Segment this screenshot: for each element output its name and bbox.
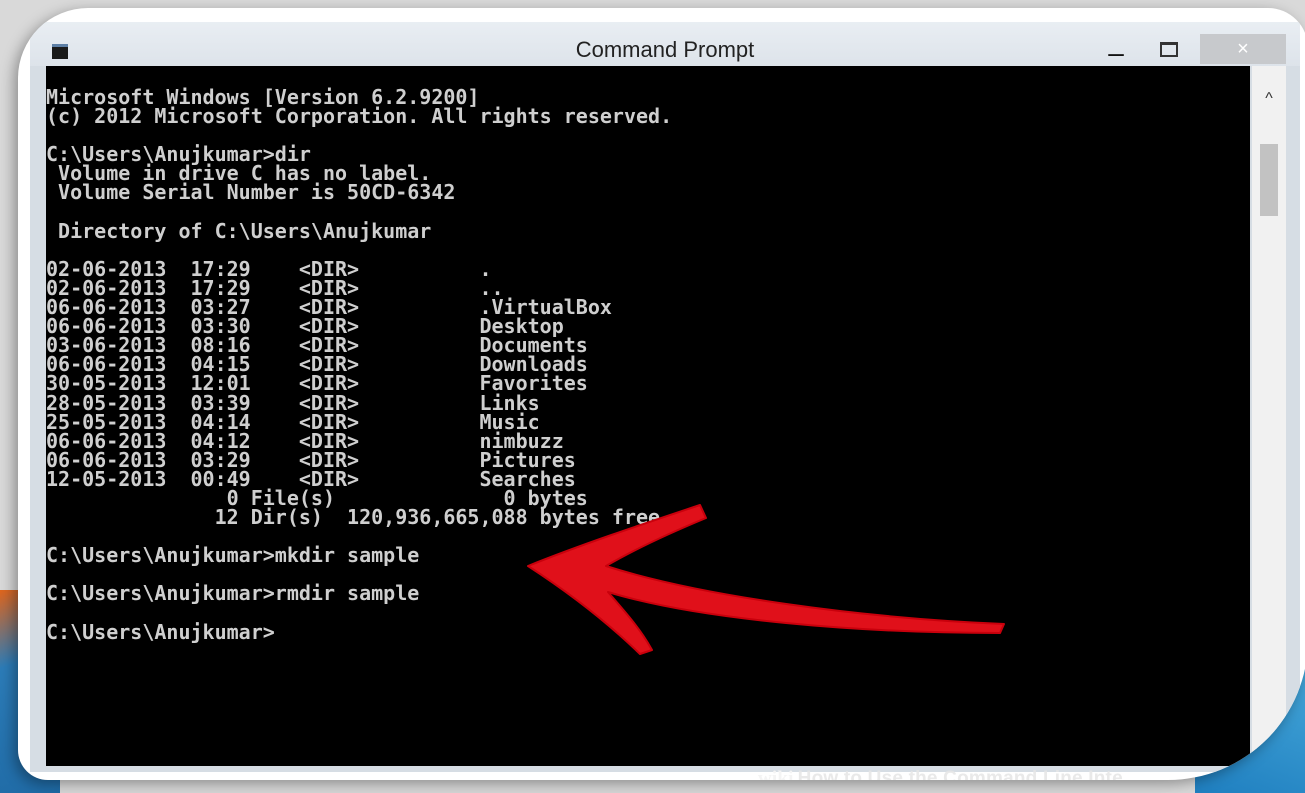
console-output: Microsoft Windows [Version 6.2.9200] (c) … [46,87,673,644]
console-line: 12 Dir(s) 120,936,665,088 bytes free [46,505,661,530]
watermark-text: How to Use the Command Line Inte [797,768,1123,780]
scroll-up-arrow-icon[interactable]: ^ [1252,90,1286,112]
wikihow-watermark: wiki How to Use the Command Line Inte [758,768,1123,780]
console-line: Volume Serial Number is 50CD-6342 [46,180,456,205]
console-area[interactable]: Microsoft Windows [Version 6.2.9200] (c) … [46,66,1250,766]
console-line: C:\Users\Anujkumar>rmdir sample [46,581,420,606]
vertical-scrollbar[interactable]: ^ [1252,66,1286,766]
minimize-button[interactable]: – [1101,39,1131,67]
command-prompt-window: Command Prompt – × Microsoft Windows [Ve… [30,22,1300,780]
scroll-thumb[interactable] [1260,144,1278,216]
console-line: (c) 2012 Microsoft Corporation. All righ… [46,104,673,129]
maximize-icon [1160,42,1178,57]
title-bar[interactable]: Command Prompt – × [30,22,1300,67]
watermark-brand: wiki [758,768,794,780]
console-line: C:\Users\Anujkumar> [46,619,275,644]
console-line: C:\Users\Anujkumar>mkdir sample [46,543,420,568]
close-button[interactable]: × [1200,34,1286,64]
slide-frame: Command Prompt – × Microsoft Windows [Ve… [18,8,1305,780]
console-line: Directory of C:\Users\Anujkumar [46,218,432,243]
maximize-button[interactable] [1144,36,1190,62]
